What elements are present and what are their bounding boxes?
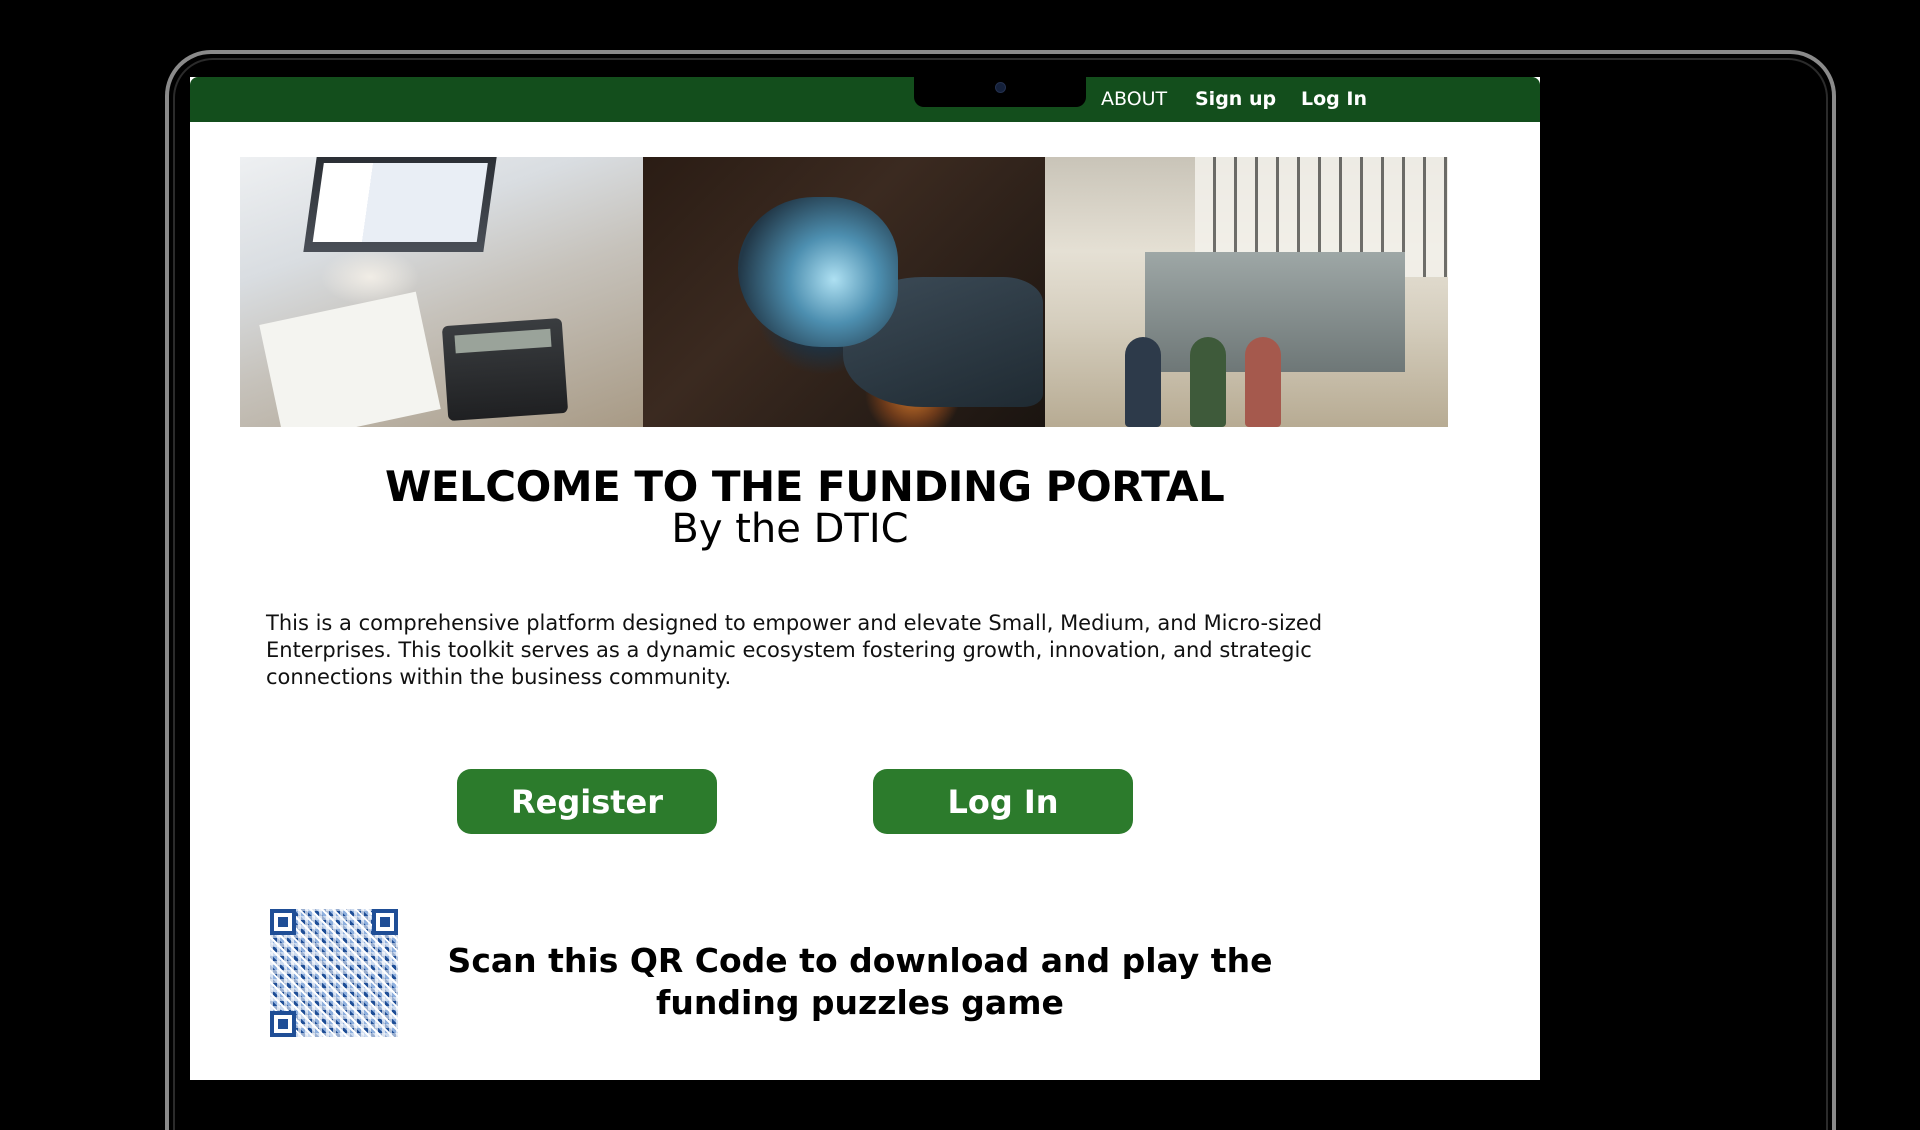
top-navbar: ABOUT Sign up Log In — [190, 77, 1540, 122]
worker-shape — [1125, 337, 1162, 427]
page-title: WELCOME TO THE FUNDING PORTAL — [385, 462, 1225, 511]
nav-about-link[interactable]: ABOUT — [1101, 88, 1167, 110]
platform-description: This is a comprehensive platform designe… — [266, 611, 1323, 689]
laptop-shape — [303, 157, 497, 252]
finance-photo — [240, 157, 643, 427]
page-subtitle: By the DTIC — [671, 506, 909, 552]
worker-shape — [1245, 337, 1282, 427]
camera-notch — [914, 77, 1086, 107]
nav-links: ABOUT Sign up Log In — [190, 77, 1540, 122]
qr-finder-pattern — [372, 909, 398, 935]
nav-login-link[interactable]: Log In — [1301, 88, 1367, 110]
nav-signup-link[interactable]: Sign up — [1195, 88, 1276, 110]
hero-banner — [240, 157, 1449, 427]
worker-shape — [1190, 337, 1227, 427]
welding-helmet-shape — [737, 197, 898, 347]
qr-instructions: Scan this QR Code to download and play t… — [447, 941, 1273, 1022]
camera-icon — [995, 82, 1006, 93]
login-button[interactable]: Log In — [873, 769, 1133, 834]
qr-finder-pattern — [270, 1011, 296, 1037]
register-button[interactable]: Register — [457, 769, 717, 834]
portal-screen: ABOUT Sign up Log In WELCOME TO THE FUND… — [190, 77, 1540, 1080]
qr-code-icon — [270, 909, 398, 1037]
factory-photo — [1045, 157, 1449, 427]
calculator-shape — [441, 317, 569, 422]
welder-photo — [642, 157, 1046, 427]
paper-shape — [259, 291, 441, 427]
qr-finder-pattern — [270, 909, 296, 935]
